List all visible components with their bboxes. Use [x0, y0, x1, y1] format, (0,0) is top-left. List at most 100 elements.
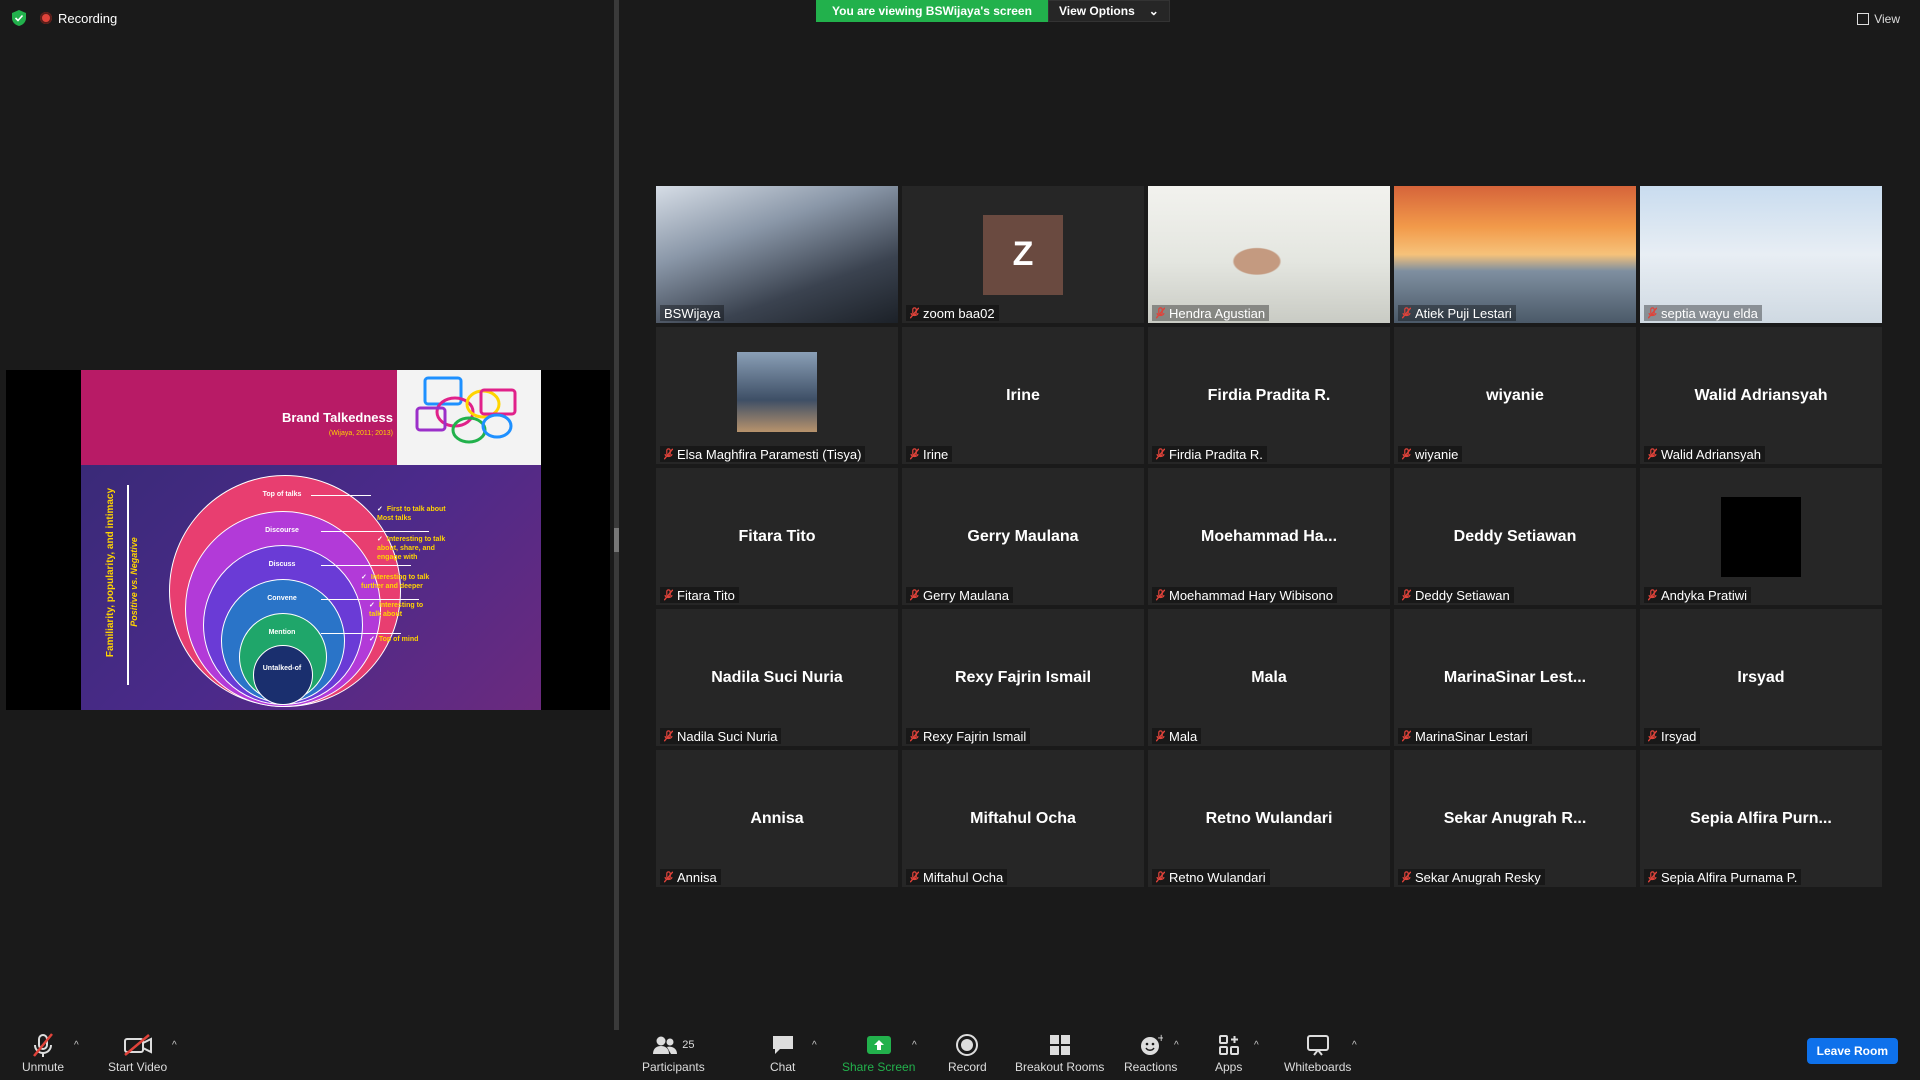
participant-tile[interactable]: Irine Irine: [902, 327, 1144, 464]
participant-tile[interactable]: BSWijaya: [656, 186, 898, 323]
chat-options-caret[interactable]: ^: [812, 1040, 817, 1051]
start-video-button[interactable]: Start Video: [108, 1030, 167, 1074]
participants-count: 25: [682, 1039, 695, 1051]
participant-name-tag: wiyanie: [1398, 446, 1463, 462]
view-button[interactable]: View: [1857, 12, 1900, 26]
participant-display-name: Rexy Fajrin Ismail: [954, 668, 1092, 686]
split-divider[interactable]: [614, 0, 619, 1030]
mic-muted-icon: [1648, 730, 1657, 742]
record-button[interactable]: Record: [948, 1030, 987, 1074]
participant-name-tag: Sepia Alfira Purnama P.: [1644, 869, 1802, 885]
participant-gallery: BSWijaya Zzoom baa02 Hendra Agustian Atiek …: [656, 186, 1882, 887]
share-screen-icon: [866, 1036, 891, 1054]
participant-tile[interactable]: Elsa Maghfira Paramesti (Tisya): [656, 327, 898, 464]
participant-tile[interactable]: wiyanie wiyanie: [1394, 327, 1636, 464]
participant-tile[interactable]: Zzoom baa02: [902, 186, 1144, 323]
mic-muted-icon: [910, 448, 919, 460]
chat-button[interactable]: Chat: [770, 1030, 795, 1074]
share-screen-label: Share Screen: [842, 1060, 916, 1074]
shared-screen[interactable]: Brand Talkedness (Wijaya, 2011; 2013) Fa…: [6, 370, 610, 710]
participant-tile[interactable]: Hendra Agustian: [1148, 186, 1390, 323]
profile-picture: [1721, 496, 1801, 577]
reactions-button[interactable]: + Reactions: [1124, 1030, 1177, 1074]
participant-tile[interactable]: Fitara Tito Fitara Tito: [656, 468, 898, 605]
participant-name-tag: Irsyad: [1644, 728, 1701, 744]
recording-label: Recording: [58, 10, 118, 26]
checkmark-icon: ✓: [369, 636, 375, 643]
participant-tile[interactable]: Sekar Anugrah R... Sekar Anugrah Resky: [1394, 750, 1636, 887]
participant-name: Firdia Pradita R.: [1169, 446, 1263, 462]
viewing-screen-label: You are viewing BSWijaya's screen: [816, 0, 1048, 22]
chevron-down-icon: ⌄: [1148, 4, 1159, 18]
mic-muted-icon: [1402, 871, 1411, 883]
audio-options-caret[interactable]: ^: [74, 1040, 79, 1051]
breakout-rooms-button[interactable]: Breakout Rooms: [1015, 1030, 1104, 1074]
vertical-axis-label-2: Positive vs. Negative: [128, 537, 139, 627]
share-screen-button[interactable]: Share Screen: [842, 1030, 915, 1074]
participant-name-tag: Nadila Suci Nuria: [660, 728, 782, 744]
participant-name: MarinaSinar Lestari: [1415, 728, 1528, 744]
video-options-caret[interactable]: ^: [172, 1040, 177, 1051]
participant-tile[interactable]: Mala Mala: [1148, 609, 1390, 746]
participant-tile[interactable]: Retno Wulandari Retno Wulandari: [1148, 750, 1390, 887]
mic-muted-icon: [910, 730, 919, 742]
participant-tile[interactable]: Andyka Pratiwi: [1640, 468, 1882, 605]
recording-indicator[interactable]: Recording: [40, 11, 117, 26]
participant-name: Nadila Suci Nuria: [677, 728, 778, 744]
whiteboards-button[interactable]: Whiteboards: [1284, 1030, 1351, 1074]
mic-muted-icon: [33, 1033, 53, 1057]
note-2-text: Interesting to talk about, share, and en…: [377, 536, 446, 561]
share-options-caret[interactable]: ^: [912, 1040, 917, 1051]
participant-display-name: Nadila Suci Nuria: [711, 668, 843, 686]
checkmark-icon: ✓: [369, 602, 375, 609]
apps-options-caret[interactable]: ^: [1254, 1040, 1259, 1051]
participant-name: Walid Adriansyah: [1661, 446, 1761, 462]
participant-tile[interactable]: septia wayu elda: [1640, 186, 1882, 323]
mic-muted-icon: [664, 589, 673, 601]
note-2: ✓ Interesting to talk about, share, and e…: [377, 535, 445, 562]
participant-tile[interactable]: Deddy Setiawan Deddy Setiawan: [1394, 468, 1636, 605]
reactions-options-caret[interactable]: ^: [1174, 1040, 1179, 1051]
level-label-4: Convene: [267, 595, 297, 602]
participant-name-tag: Retno Wulandari: [1152, 869, 1270, 885]
note-3-text: Interesting to talk further and deeper: [361, 574, 430, 590]
participant-name: Moehammad Hary Wibisono: [1169, 587, 1334, 603]
mic-muted-icon: [910, 871, 919, 883]
speech-bubbles-image: [397, 370, 541, 465]
participant-name: Irine: [923, 446, 949, 462]
participant-tile[interactable]: Firdia Pradita R. Firdia Pradita R.: [1148, 327, 1390, 464]
participant-tile[interactable]: Irsyad Irsyad: [1640, 609, 1882, 746]
participant-display-name: Annisa: [750, 809, 804, 827]
apps-button[interactable]: Apps: [1215, 1030, 1242, 1074]
participant-tile[interactable]: Walid Adriansyah Walid Adriansyah: [1640, 327, 1882, 464]
participant-tile[interactable]: Annisa Annisa: [656, 750, 898, 887]
participant-tile[interactable]: Gerry Maulana Gerry Maulana: [902, 468, 1144, 605]
view-options-button[interactable]: View Options ⌄: [1047, 0, 1170, 22]
participant-name: Irsyad: [1661, 728, 1697, 744]
leave-room-button[interactable]: Leave Room: [1806, 1038, 1898, 1064]
view-label: View: [1874, 12, 1900, 26]
participant-name-tag: BSWijaya: [660, 305, 725, 321]
mic-muted-icon: [1402, 448, 1411, 460]
gallery-view-icon: [1857, 13, 1870, 25]
participant-tile[interactable]: MarinaSinar Lest... MarinaSinar Lestari: [1394, 609, 1636, 746]
participant-tile[interactable]: Nadila Suci Nuria Nadila Suci Nuria: [656, 609, 898, 746]
participant-tile[interactable]: Rexy Fajrin Ismail Rexy Fajrin Ismail: [902, 609, 1144, 746]
participant-tile[interactable]: Sepia Alfira Purn... Sepia Alfira Purnama…: [1640, 750, 1882, 887]
note-1-text: First to talk about Most talks: [377, 506, 446, 522]
participant-name-tag: Miftahul Ocha: [906, 869, 1008, 885]
security-shield-icon[interactable]: [12, 10, 26, 26]
participant-tile[interactable]: Moehammad Ha... Moehammad Hary Wibisono: [1148, 468, 1390, 605]
whiteboards-options-caret[interactable]: ^: [1352, 1040, 1357, 1051]
unmute-button[interactable]: Unmute: [22, 1030, 64, 1074]
participants-button[interactable]: 25 Participants: [642, 1030, 705, 1074]
participant-tile[interactable]: Miftahul Ocha Miftahul Ocha: [902, 750, 1144, 887]
participant-display-name: Mala: [1251, 668, 1287, 686]
mic-muted-icon: [1156, 730, 1165, 742]
screen-share-banner: You are viewing BSWijaya's screen View O…: [816, 0, 1170, 22]
divider-drag-handle[interactable]: [614, 528, 619, 552]
participant-name-tag: Annisa: [660, 869, 721, 885]
mic-muted-icon: [1156, 871, 1165, 883]
participant-name: Fitara Tito: [677, 587, 735, 603]
participant-tile[interactable]: Atiek Puji Lestari: [1394, 186, 1636, 323]
